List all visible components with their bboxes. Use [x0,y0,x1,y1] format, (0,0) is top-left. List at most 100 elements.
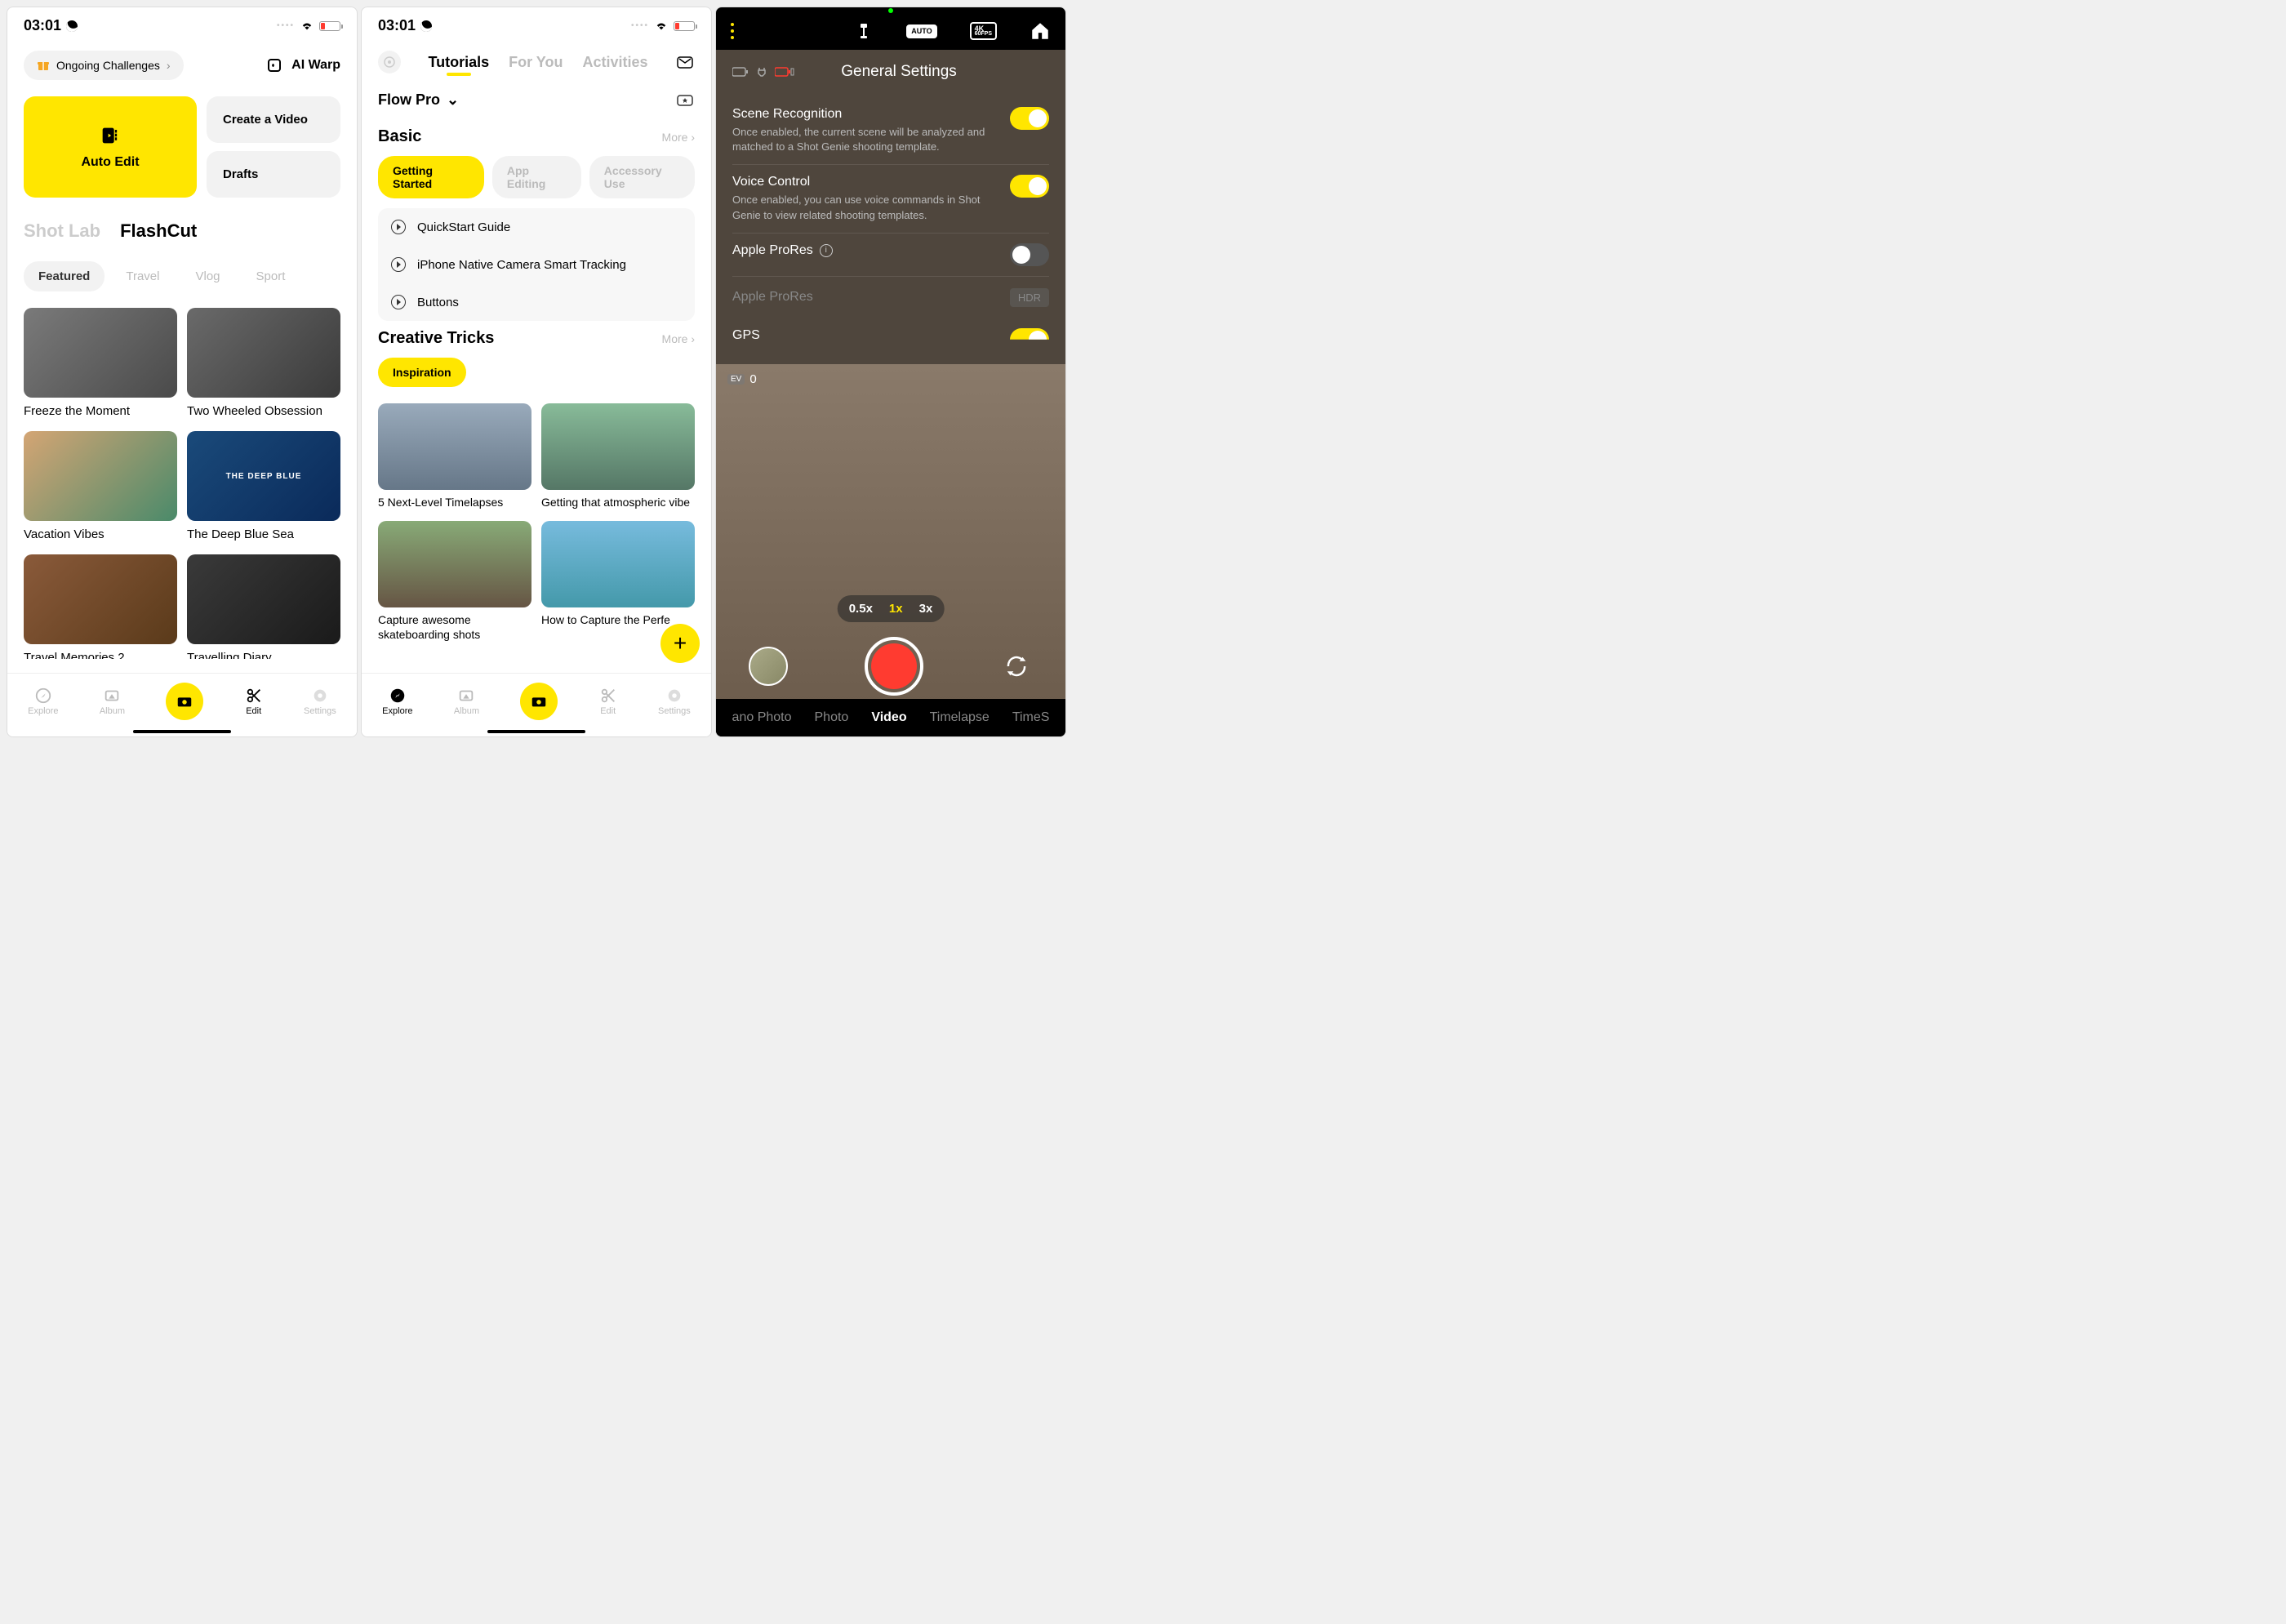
nav-camera[interactable] [520,683,558,720]
zoom-0-5x[interactable]: 0.5x [849,602,873,616]
mode-video[interactable]: Video [871,710,906,725]
plug-icon [757,66,767,78]
toggle-scene-recognition[interactable] [1010,107,1049,130]
mode-timelapse[interactable]: Timelapse [930,710,990,725]
nav-explore[interactable]: Explore [28,687,58,716]
mode-photo[interactable]: Photo [815,710,849,725]
home-icon[interactable] [1030,20,1051,42]
tab-activities[interactable]: Activities [582,54,647,71]
tab-tutorials[interactable]: Tutorials [428,54,489,71]
gimbal-icon[interactable] [854,21,874,41]
menu-dots[interactable] [731,23,734,39]
mode-timeshift[interactable]: TimeS [1012,710,1050,725]
tab-shot-lab[interactable]: Shot Lab [24,220,100,242]
play-icon [391,257,406,272]
hdr-badge[interactable]: HDR [1010,288,1049,307]
tab-vlog[interactable]: Vlog [180,261,234,291]
video-card[interactable]: THE DEEP BLUEThe Deep Blue Sea [187,431,340,541]
compass-icon [389,687,407,705]
drafts-card[interactable]: Drafts [207,151,340,198]
auto-edit-card[interactable]: Auto Edit [24,96,197,198]
video-card[interactable]: Vacation Vibes [24,431,177,541]
tab-travel[interactable]: Travel [111,261,174,291]
list-item[interactable]: QuickStart Guide [378,208,695,246]
story-card[interactable]: 5 Next-Level Timelapses [378,403,531,509]
nav-edit[interactable]: Edit [245,687,263,716]
toggle-voice-control[interactable] [1010,175,1049,198]
pill-app-editing[interactable]: App Editing [492,156,581,198]
story-card[interactable]: Capture awesome skateboarding shots [378,521,531,642]
chip-label: Ongoing Challenges [56,59,160,72]
home-indicator[interactable] [133,730,231,733]
story-label: 5 Next-Level Timelapses [378,490,531,509]
insta-icon[interactable] [378,51,401,73]
add-fab[interactable]: + [660,624,700,663]
section-title: Basic [378,127,421,146]
tab-for-you[interactable]: For You [509,54,563,71]
auto-badge[interactable]: AUTO [906,24,936,38]
pill-getting-started[interactable]: Getting Started [378,156,484,198]
nav-settings[interactable]: Settings [658,687,691,716]
video-thumb [187,308,340,398]
story-thumb [378,521,531,607]
category-tabs: Featured Travel Vlog Sport [7,255,357,298]
nav-explore[interactable]: Explore [382,687,412,716]
quality-badge[interactable]: 4K60FPS [970,22,997,40]
toggle-gps[interactable] [1010,328,1049,351]
list-item[interactable]: Buttons [378,283,695,321]
nav-album[interactable]: Album [454,687,479,716]
zoom-3x[interactable]: 3x [919,602,933,616]
nav-album[interactable]: Album [100,687,125,716]
ongoing-challenges-chip[interactable]: Ongoing Challenges › [24,51,184,80]
mode-strip[interactable]: ano Photo Photo Video Timelapse TimeS [716,699,1065,736]
list-item[interactable]: iPhone Native Camera Smart Tracking [378,246,695,283]
flip-icon [1004,654,1029,679]
story-card[interactable]: How to Capture the Perfe [541,521,695,642]
product-dropdown[interactable]: Flow Pro ⌄ [362,80,711,119]
tab-sport[interactable]: Sport [242,261,300,291]
gift-icon [37,59,50,72]
video-card[interactable]: Travel Memories 2 [24,554,177,659]
viewfinder[interactable]: EV 0 0.5x 1x 3x ano Photo Photo Video Ti… [716,364,1065,736]
cellular-icon: •••• [277,21,295,30]
flip-camera-button[interactable] [1000,650,1033,683]
screen-tutorials: 03:01 •••• Tutorials For You Activities … [361,7,712,737]
nav-camera[interactable] [166,683,203,720]
story-card[interactable]: Getting that atmospheric vibe [541,403,695,509]
status-time: 03:01 [24,17,78,34]
play-icon [391,295,406,309]
more-link[interactable]: More › [662,332,695,345]
record-icon [871,643,917,689]
pill-inspiration[interactable]: Inspiration [378,358,466,387]
video-card[interactable]: Freeze the Moment [24,308,177,418]
video-card[interactable]: Travelling Diary [187,554,340,659]
top-tabs: Tutorials For You Activities [362,44,711,80]
zoom-1x[interactable]: 1x [889,602,903,616]
pill-accessory[interactable]: Accessory Use [589,156,695,198]
ai-warp-button[interactable]: AI Warp [267,56,340,74]
mail-icon[interactable] [675,52,695,72]
more-link[interactable]: More › [662,131,695,144]
info-icon[interactable]: i [820,244,833,257]
nav-settings[interactable]: Settings [304,687,336,716]
nav-edit[interactable]: Edit [599,687,617,716]
shutter-button[interactable] [865,637,923,696]
story-thumb [541,403,695,490]
gallery-thumb[interactable] [749,647,788,686]
mode-pano-photo[interactable]: ano Photo [732,710,792,725]
status-bar: 03:01 •••• [362,7,711,44]
auto-edit-label: Auto Edit [81,155,139,170]
ev-indicator[interactable]: EV 0 [727,372,757,386]
star-camera-icon[interactable] [675,90,695,109]
auto-edit-icon [99,124,122,147]
home-indicator[interactable] [487,730,585,733]
create-video-card[interactable]: Create a Video [207,96,340,143]
toggle-prores[interactable] [1010,243,1049,266]
tab-featured[interactable]: Featured [24,261,105,291]
video-thumb [24,308,177,398]
tab-flashcut[interactable]: FlashCut [120,220,197,242]
video-label: The Deep Blue Sea [187,521,340,541]
video-card[interactable]: Two Wheeled Obsession [187,308,340,418]
camera-small-icon [383,56,396,69]
dropdown-label: Flow Pro [378,91,440,109]
